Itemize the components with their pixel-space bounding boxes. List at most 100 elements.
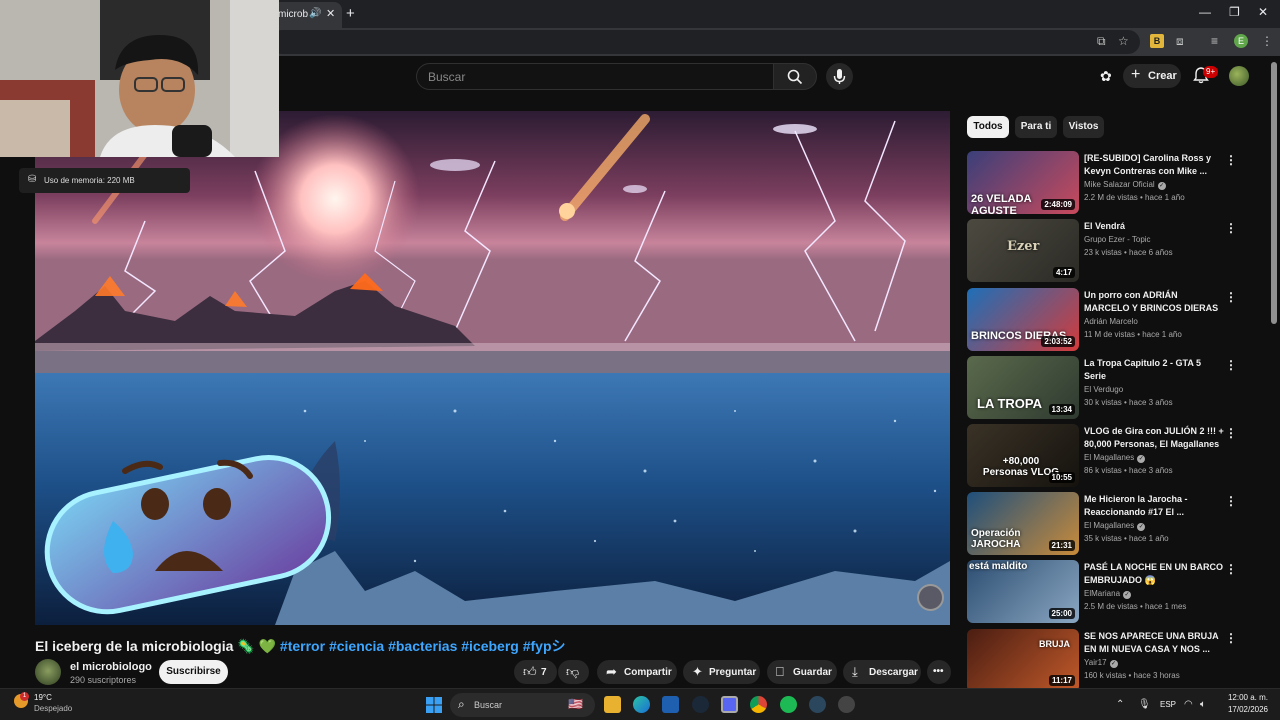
create-button[interactable]: + Crear — [1123, 64, 1181, 88]
video-overlay-button[interactable] — [917, 584, 944, 611]
close-window-icon[interactable]: ✕ — [1258, 5, 1268, 19]
tray-chevron-icon[interactable]: ⌃ — [1116, 699, 1124, 710]
tray-language[interactable]: ESP — [1160, 700, 1176, 709]
steam-icon[interactable] — [692, 696, 709, 713]
file-explorer-icon[interactable] — [604, 696, 621, 713]
chrome-icon[interactable] — [750, 696, 767, 713]
video-thumbnail[interactable]: BRINCOS DIERAS 2:03:52 — [967, 288, 1079, 351]
save-button[interactable]: ⎕ Guardar — [767, 660, 837, 684]
rec-title[interactable]: VLOG de Gira con JULIÓN 2 !!! + 80,000 P… — [1084, 425, 1224, 451]
recommendation-item[interactable]: BRINCOS DIERAS 2:03:52 Un porro con ADRI… — [967, 288, 1267, 351]
rec-menu-icon[interactable]: ⋮ — [1225, 153, 1237, 167]
rec-title[interactable]: La Tropa Capitulo 2 - GTA 5 Serie — [1084, 357, 1224, 383]
voice-search-button[interactable] — [826, 63, 853, 90]
video-thumbnail[interactable]: está maldito 25:00 — [967, 560, 1079, 623]
profile-avatar[interactable]: E — [1234, 34, 1248, 48]
discord-icon[interactable] — [721, 696, 738, 713]
rec-title[interactable]: Me Hicieron la Jarocha - Reaccionando #1… — [1084, 493, 1224, 519]
menu-dots-icon[interactable]: ⋮ — [1261, 34, 1273, 48]
ask-button[interactable]: ✦ Preguntar — [683, 660, 760, 684]
address-bar[interactable] — [270, 30, 1140, 54]
video-thumbnail[interactable]: Operación JAROCHA 21:31 — [967, 492, 1079, 555]
tab-close-icon[interactable]: ✕ — [326, 7, 335, 20]
recommendation-item[interactable]: 26 VELADA AGUSTE 2:48:09 [RE-SUBIDO] Car… — [967, 151, 1267, 214]
recommendation-item[interactable]: está maldito 25:00 PASÉ LA NOCHE EN UN B… — [967, 560, 1267, 623]
video-thumbnail[interactable]: BRUJA 11:17 — [967, 629, 1079, 688]
wifi-icon[interactable]: ◠ — [1184, 699, 1193, 710]
maximize-icon[interactable]: ❐ — [1229, 5, 1240, 19]
rec-title[interactable]: SE NOS APARECE UNA BRUJA EN MI NUEVA CAS… — [1084, 630, 1224, 656]
rec-menu-icon[interactable]: ⋮ — [1225, 358, 1237, 372]
subscribe-button[interactable]: Suscribirse — [159, 660, 228, 684]
recommendation-item[interactable]: LA TROPA 13:34 La Tropa Capitulo 2 - GTA… — [967, 356, 1267, 419]
rec-menu-icon[interactable]: ⋮ — [1225, 494, 1237, 508]
cast-icon[interactable]: ⧉ — [1097, 34, 1106, 49]
video-thumbnail[interactable]: +80,000 Personas VLOG 10:55 — [967, 424, 1079, 487]
share-icon: ➦ — [606, 664, 617, 679]
extensions-puzzle-icon[interactable]: ⧈ — [1176, 34, 1184, 49]
tray-mic-icon[interactable]: 🎙︎ — [1138, 699, 1151, 710]
extension-icon[interactable]: B — [1150, 34, 1164, 48]
edge-icon[interactable] — [633, 696, 650, 713]
shorts-icon[interactable]: ✿ — [1100, 68, 1112, 85]
steam-app-icon[interactable] — [809, 696, 826, 713]
scrollbar-thumb[interactable] — [1271, 62, 1277, 324]
recommendation-item[interactable]: +80,000 Personas VLOG 10:55 VLOG de Gira… — [967, 424, 1267, 487]
search-input[interactable]: Buscar — [416, 63, 774, 90]
rec-menu-icon[interactable]: ⋮ — [1225, 562, 1237, 576]
taskbar-search[interactable]: ⌕ Buscar 🇺🇸 — [450, 693, 595, 717]
rec-menu-icon[interactable]: ⋮ — [1225, 290, 1237, 304]
search-button[interactable] — [773, 63, 817, 90]
video-thumbnail[interactable]: Ezer 4:17 — [967, 219, 1079, 282]
flag-icon: 🇺🇸 — [568, 697, 583, 711]
weather-temp[interactable]: 19°C — [34, 693, 52, 702]
duration-badge: 13:34 — [1048, 404, 1075, 415]
rec-menu-icon[interactable]: ⋮ — [1225, 631, 1237, 645]
bookmark-icon: ⎕ — [776, 664, 784, 679]
share-label: Compartir — [624, 667, 672, 678]
speaker-icon[interactable]: 🔊 — [309, 8, 321, 19]
channel-name[interactable]: el microbiologo — [70, 661, 152, 673]
new-tab-button[interactable]: + — [346, 5, 355, 22]
obs-icon[interactable] — [838, 696, 855, 713]
weather-status[interactable]: Despejado — [34, 704, 72, 713]
rec-title[interactable]: [RE-SUBIDO] Carolina Ross y Kevyn Contre… — [1084, 152, 1224, 178]
video-hashtags[interactable]: #terror #ciencia #bacterias #iceberg #fy… — [280, 638, 566, 654]
like-button[interactable]: 👍︎ 7 — [514, 660, 557, 684]
volume-icon[interactable]: 🔈︎ — [1200, 699, 1206, 710]
more-actions-button[interactable]: ••• — [927, 660, 951, 684]
rec-meta: 35 k vistas • hace 1 año — [1084, 534, 1169, 543]
rec-menu-icon[interactable]: ⋮ — [1225, 221, 1237, 235]
rec-meta: 23 k vistas • hace 6 años — [1084, 248, 1173, 257]
windows-start-icon[interactable] — [426, 697, 442, 713]
duration-badge: 21:31 — [1048, 540, 1075, 551]
clock-date[interactable]: 17/02/2026 — [1222, 705, 1268, 714]
share-button[interactable]: ➦ Compartir — [597, 660, 677, 684]
bookmark-star-icon[interactable]: ☆ — [1118, 34, 1129, 48]
video-thumbnail[interactable]: 26 VELADA AGUSTE 2:48:09 — [967, 151, 1079, 214]
chip-todos[interactable]: Todos — [967, 116, 1009, 138]
recommendation-item[interactable]: BRUJA 11:17 SE NOS APARECE UNA BRUJA EN … — [967, 629, 1267, 688]
dislike-button[interactable]: 👎︎ — [558, 660, 589, 684]
download-label: Descargar — [869, 667, 918, 678]
rec-title[interactable]: El Vendrá — [1084, 220, 1224, 233]
rec-channel: Mike Salazar Oficial ✓ — [1084, 180, 1166, 190]
rec-meta: 160 k vistas • hace 3 horas — [1084, 671, 1180, 680]
minimize-icon[interactable]: — — [1199, 5, 1211, 19]
rec-menu-icon[interactable]: ⋮ — [1225, 426, 1237, 440]
store-icon[interactable] — [662, 696, 679, 713]
spotify-icon[interactable] — [780, 696, 797, 713]
clock-time[interactable]: 12:00 a. m. — [1226, 693, 1268, 702]
duration-badge: 11:17 — [1048, 675, 1075, 686]
chip-para-ti[interactable]: Para ti — [1015, 116, 1057, 138]
video-thumbnail[interactable]: LA TROPA 13:34 — [967, 356, 1079, 419]
chip-vistos[interactable]: Vistos — [1063, 116, 1104, 138]
user-avatar[interactable] — [1229, 66, 1249, 86]
channel-avatar[interactable] — [35, 659, 61, 685]
rec-title[interactable]: Un porro con ADRIÁN MARCELO Y BRINCOS DI… — [1084, 289, 1224, 315]
reading-list-icon[interactable]: ≡ — [1211, 34, 1218, 48]
recommendation-item[interactable]: Ezer 4:17 El Vendrá Grupo Ezer - Topic 2… — [967, 219, 1267, 282]
recommendation-item[interactable]: Operación JAROCHA 21:31 Me Hicieron la J… — [967, 492, 1267, 555]
rec-title[interactable]: PASÉ LA NOCHE EN UN BARCO EMBRUJADO 😱 — [1084, 561, 1224, 587]
download-button[interactable]: ⤓ Descargar — [843, 660, 921, 684]
